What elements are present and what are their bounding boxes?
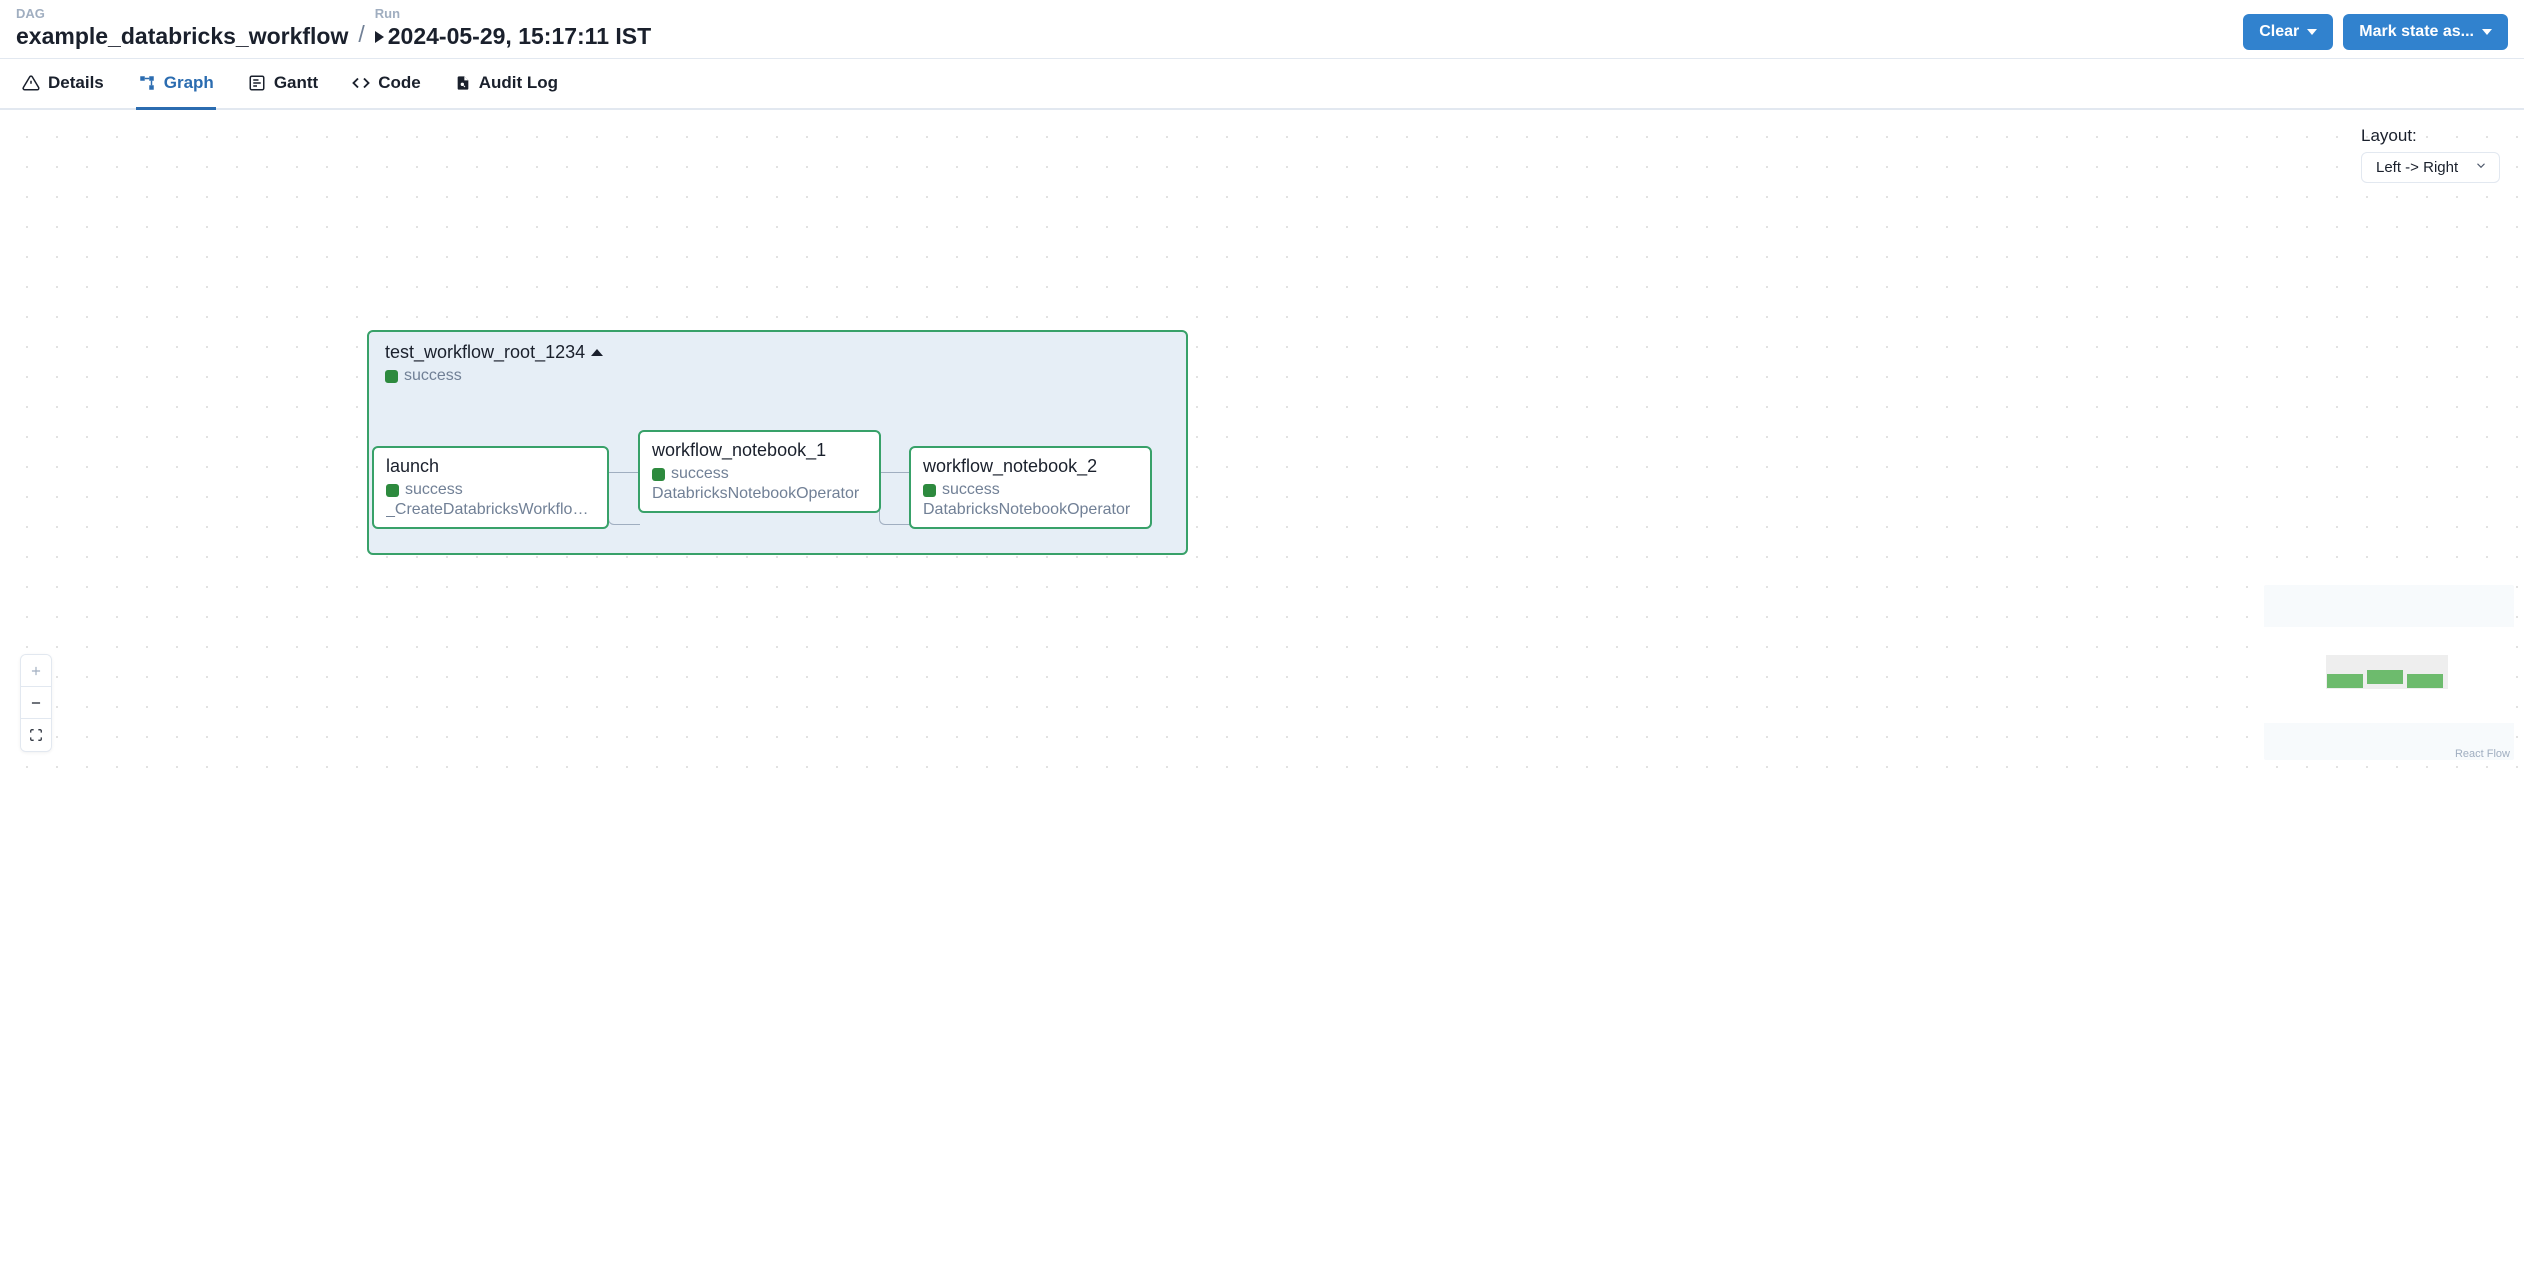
status-success-icon [385, 370, 398, 383]
zoom-controls [20, 654, 52, 752]
task-group-title[interactable]: test_workflow_root_1234 [385, 342, 1170, 363]
breadcrumb-run-label: Run [375, 6, 651, 21]
task-title: workflow_notebook_2 [923, 456, 1138, 477]
minimap-node [2327, 674, 2363, 688]
clear-button[interactable]: Clear [2243, 14, 2333, 50]
task-node-workflow-notebook-1[interactable]: workflow_notebook_1 success DatabricksNo… [638, 430, 881, 513]
caret-down-icon [2307, 29, 2317, 35]
header-actions: Clear Mark state as... [2243, 14, 2508, 50]
reactflow-attribution: React Flow [2455, 748, 2510, 760]
breadcrumb-dag-name[interactable]: example_databricks_workflow [16, 23, 348, 50]
page-header: DAG example_databricks_workflow / Run 20… [0, 0, 2524, 59]
task-group-node[interactable]: test_workflow_root_1234 success launch s… [367, 330, 1188, 555]
tab-graph[interactable]: Graph [136, 59, 216, 110]
status-success-icon [652, 468, 665, 481]
layout-select[interactable]: Left -> Right [2361, 152, 2500, 183]
audit-log-icon [455, 74, 471, 92]
status-success-icon [386, 484, 399, 497]
play-icon [375, 31, 384, 43]
graph-canvas[interactable]: Layout: Left -> Right test_workflow_root… [0, 110, 2524, 770]
breadcrumb-dag-label: DAG [16, 6, 348, 21]
task-title: workflow_notebook_1 [652, 440, 867, 461]
edge [608, 472, 640, 525]
task-status: success [923, 481, 1138, 499]
warning-triangle-icon [22, 74, 40, 92]
tab-gantt[interactable]: Gantt [246, 59, 320, 110]
zoom-out-button[interactable] [21, 687, 51, 719]
graph-icon [138, 74, 156, 92]
layout-panel: Layout: Left -> Right [2361, 126, 2500, 183]
task-status: success [386, 481, 595, 499]
task-operator: DatabricksNotebookOperator [923, 501, 1138, 519]
breadcrumb: DAG example_databricks_workflow / Run 20… [16, 6, 651, 50]
tab-code[interactable]: Code [350, 59, 423, 110]
task-node-launch[interactable]: launch success _CreateDatabricksWorkflow… [372, 446, 609, 529]
task-title: launch [386, 456, 595, 477]
chevron-up-icon [591, 349, 603, 356]
breadcrumb-separator: / [358, 21, 364, 50]
mark-state-button[interactable]: Mark state as... [2343, 14, 2508, 50]
fit-view-button[interactable] [21, 719, 51, 751]
edge [608, 472, 638, 473]
caret-down-icon [2482, 29, 2492, 35]
edge [879, 472, 911, 525]
zoom-in-button[interactable] [21, 655, 51, 687]
layout-label: Layout: [2361, 126, 2417, 146]
task-node-workflow-notebook-2[interactable]: workflow_notebook_2 success DatabricksNo… [909, 446, 1152, 529]
code-icon [352, 74, 370, 92]
minimap-node [2407, 674, 2443, 688]
minimap-node [2367, 670, 2403, 684]
status-success-icon [923, 484, 936, 497]
tabs: Details Graph Gantt Code Audit Log [0, 59, 2524, 110]
tab-audit-log[interactable]: Audit Log [453, 59, 560, 110]
task-operator: _CreateDatabricksWorkflowOpe... [386, 501, 595, 519]
task-group-status: success [385, 367, 1170, 385]
breadcrumb-run-time[interactable]: 2024-05-29, 15:17:11 IST [375, 23, 651, 50]
task-status: success [652, 465, 867, 483]
task-operator: DatabricksNotebookOperator [652, 485, 867, 503]
gantt-icon [248, 74, 266, 92]
tab-details[interactable]: Details [20, 59, 106, 110]
minimap[interactable]: React Flow [2264, 585, 2514, 760]
